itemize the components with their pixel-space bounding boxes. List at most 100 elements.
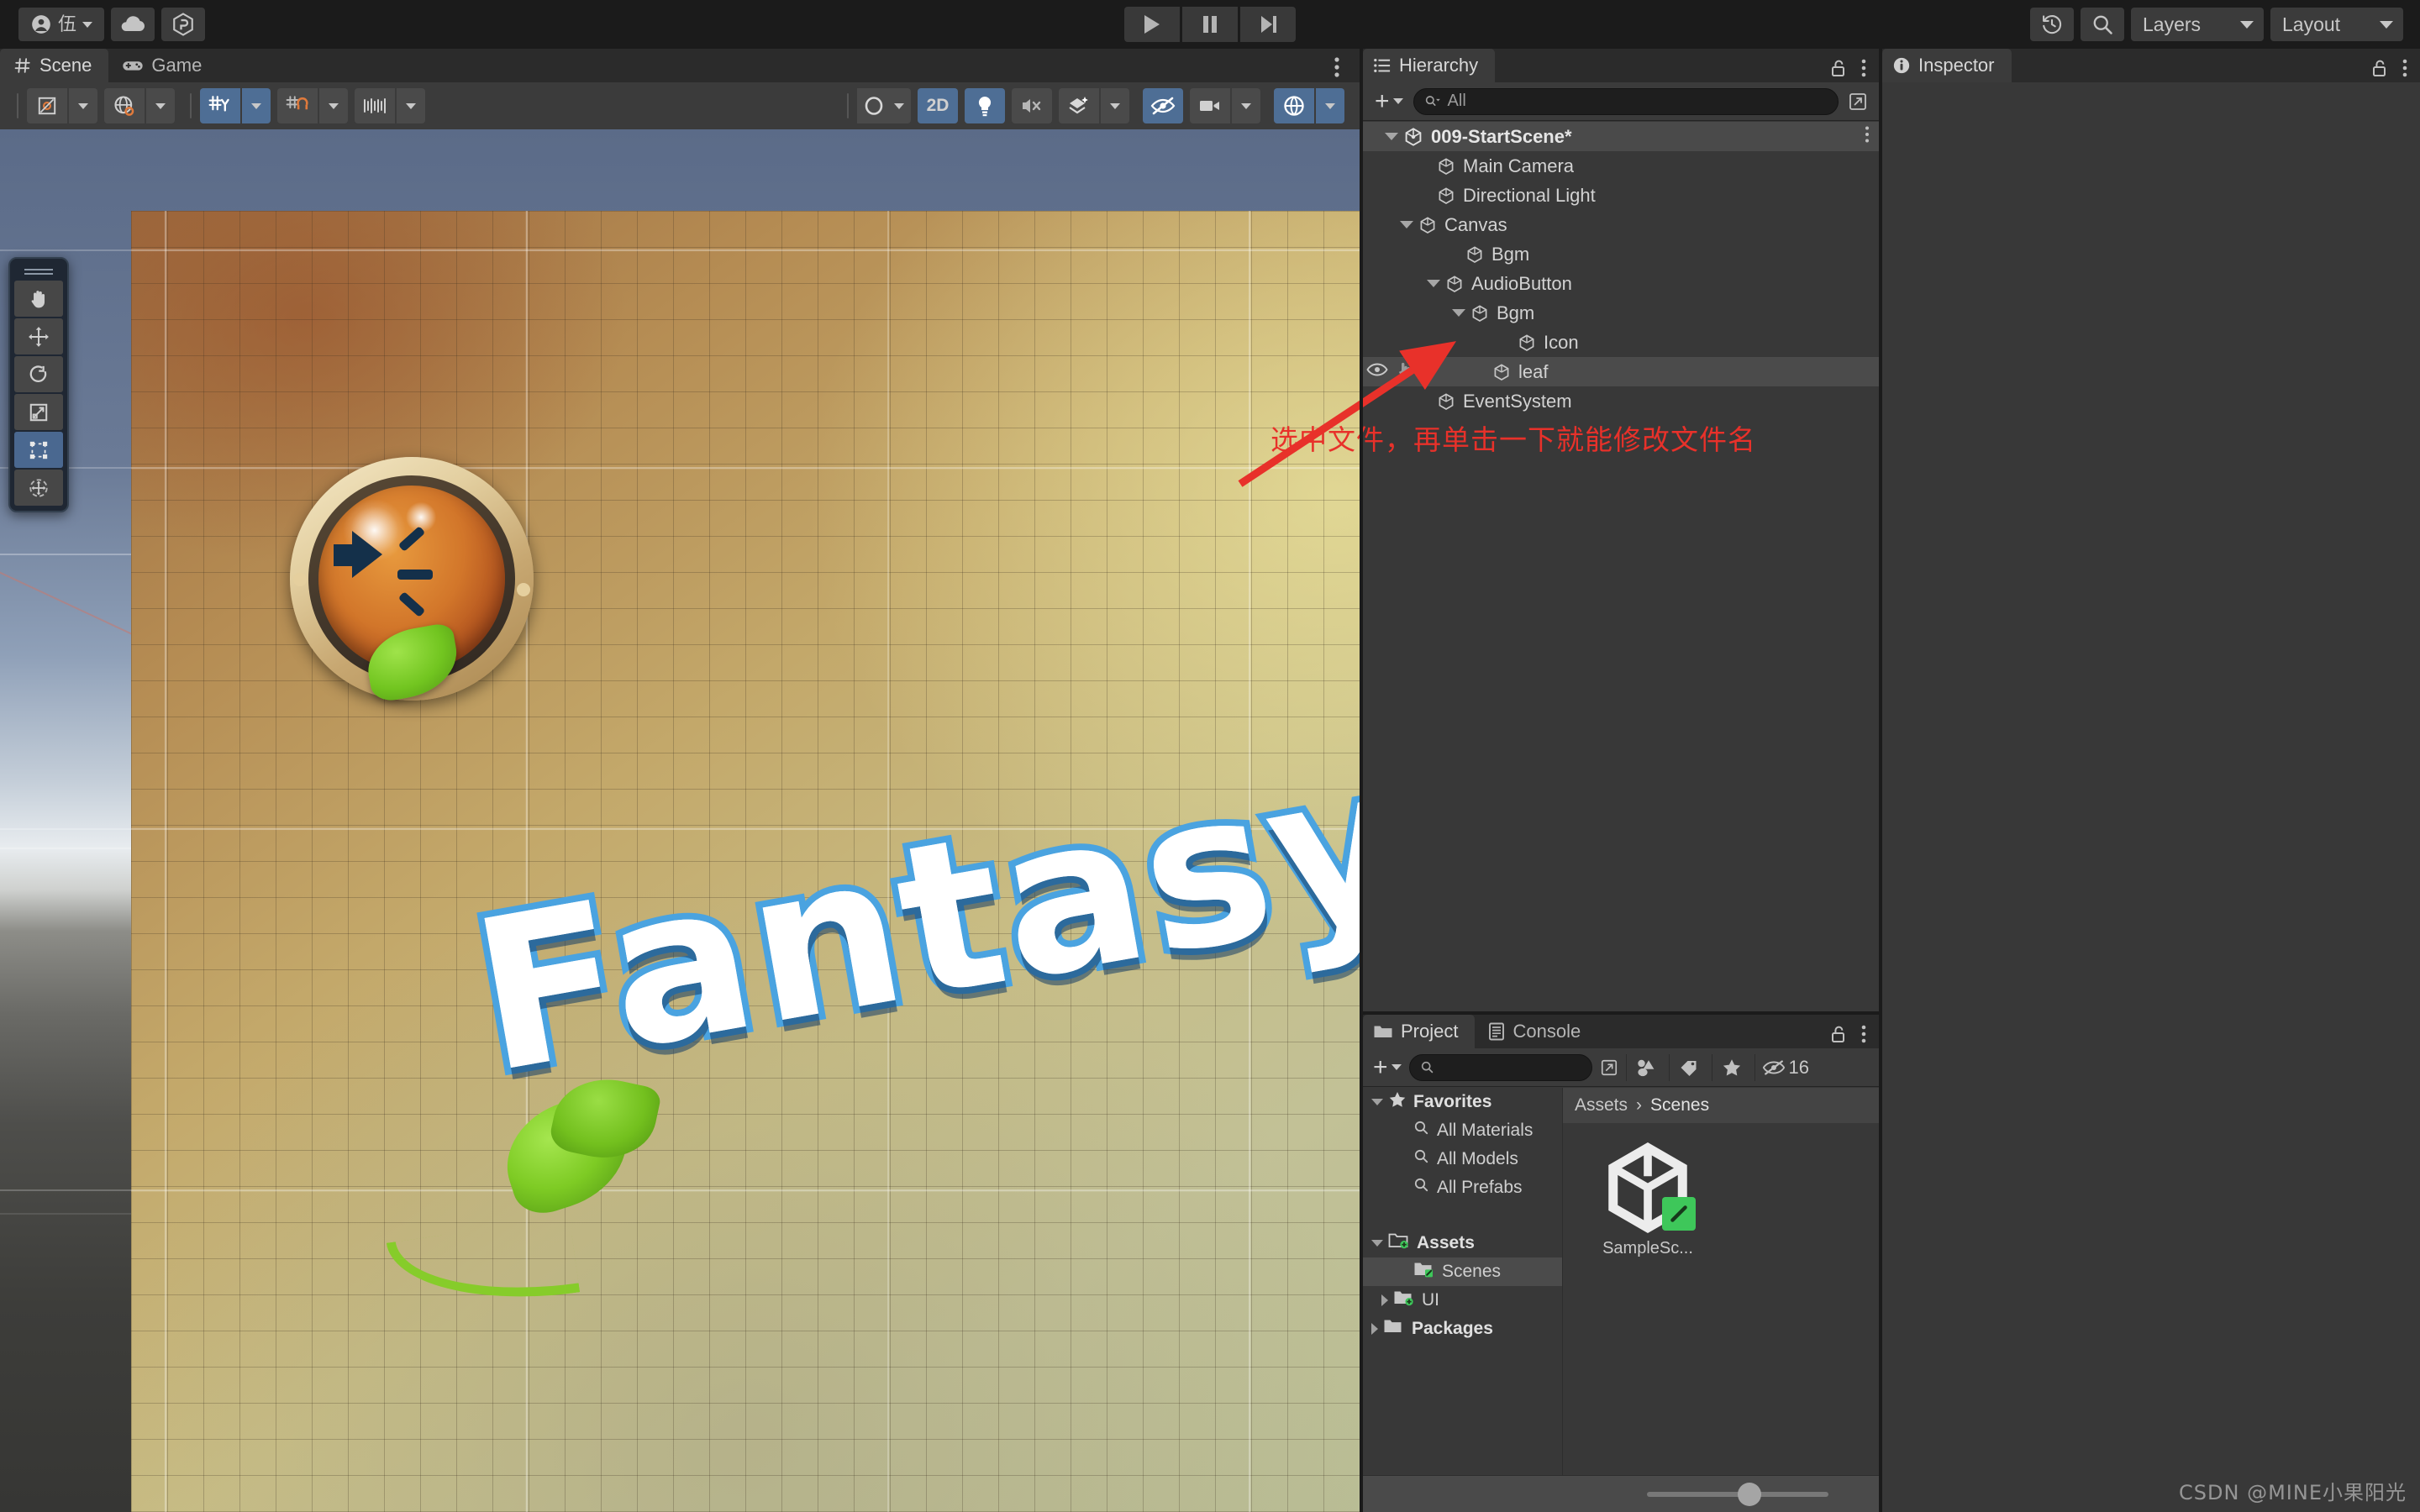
gizmos-dropdown[interactable] (1316, 88, 1344, 123)
project-tree-assets[interactable]: Assets (1363, 1229, 1562, 1257)
asset-zoom-slider[interactable] (1647, 1482, 1828, 1506)
hierarchy-item-directional-light[interactable]: Directional Light (1363, 181, 1879, 210)
slider-knob[interactable] (1738, 1482, 1761, 1506)
audio-button-art[interactable] (290, 457, 534, 704)
hierarchy-item-canvas[interactable]: Canvas (1363, 210, 1879, 239)
panel-divider-horizontal[interactable] (1363, 1011, 1879, 1015)
filter-favorites-button[interactable] (1711, 1053, 1752, 1081)
filter-by-type-button[interactable] (1625, 1053, 1666, 1081)
project-tree-favorites[interactable]: Favorites (1363, 1088, 1562, 1116)
tab-inspector[interactable]: Inspector (1882, 49, 2012, 82)
palette-drag-handle[interactable] (14, 264, 63, 279)
breadcrumb-scenes[interactable]: Scenes (1650, 1095, 1709, 1116)
account-button[interactable]: 伍 (18, 8, 105, 41)
hand-tool-button[interactable] (14, 281, 63, 317)
grid-axis-dropdown[interactable] (242, 88, 271, 123)
move-tool-button[interactable] (14, 318, 63, 354)
project-lock-button[interactable] (1830, 1024, 1847, 1048)
chevron-down-icon[interactable] (1427, 280, 1440, 287)
pause-button[interactable] (1182, 7, 1238, 42)
handle-space-button[interactable] (104, 88, 145, 123)
scene-viewport[interactable]: Fantasy G Fantasy G (0, 129, 1360, 1512)
scene-visibility-button[interactable] (1143, 88, 1183, 123)
grid-snap-dropdown[interactable] (319, 88, 348, 123)
snap-increment-dropdown[interactable] (397, 88, 425, 123)
inspector-lock-button[interactable] (2371, 58, 2388, 82)
scene-kebab-menu[interactable] (1333, 55, 1341, 83)
effects-button[interactable] (1059, 88, 1099, 123)
chevron-right-icon[interactable] (1371, 1323, 1378, 1335)
pivot-mode-button[interactable] (27, 88, 67, 123)
2d-toggle-button[interactable]: 2D (918, 88, 958, 123)
scene-camera-button[interactable] (1190, 88, 1230, 123)
project-expand-button[interactable] (1595, 1054, 1623, 1081)
project-tree-scenes[interactable]: Scenes (1363, 1257, 1562, 1286)
effects-dropdown[interactable] (1101, 88, 1129, 123)
grid-snap-button[interactable] (277, 88, 318, 123)
step-button[interactable] (1240, 7, 1296, 42)
pickability-hand-button[interactable] (1395, 360, 1415, 384)
panel-divider-vertical[interactable] (1879, 49, 1882, 1512)
scene-lighting-button[interactable] (965, 88, 1005, 123)
inspector-kebab-menu[interactable] (2402, 58, 2408, 82)
project-kebab-menu[interactable] (1860, 1024, 1867, 1048)
asset-item-samplescene[interactable]: SampleSc... (1585, 1142, 1711, 1258)
chevron-down-icon[interactable] (1400, 221, 1413, 228)
hierarchy-item-audiobutton[interactable]: AudioButton (1363, 269, 1879, 298)
unity-services-button[interactable] (161, 8, 206, 41)
hidden-assets-counter[interactable]: 16 (1754, 1053, 1816, 1081)
hierarchy-item-icon[interactable]: Icon (1363, 328, 1879, 357)
pivot-mode-dropdown[interactable] (69, 88, 97, 123)
hierarchy-expand-button[interactable] (1844, 88, 1872, 115)
undo-history-button[interactable] (2030, 8, 2074, 41)
gizmos-button[interactable] (1274, 88, 1314, 123)
chevron-down-icon[interactable] (1371, 1240, 1383, 1247)
project-tree-packages[interactable]: Packages (1363, 1315, 1562, 1343)
cloud-button[interactable] (111, 8, 155, 41)
rotate-tool-button[interactable] (14, 356, 63, 392)
breadcrumb-assets[interactable]: Assets (1575, 1095, 1628, 1116)
hierarchy-kebab-menu[interactable] (1860, 58, 1867, 82)
scene-camera-dropdown[interactable] (1232, 88, 1260, 123)
hierarchy-item-bgm-child[interactable]: Bgm (1363, 298, 1879, 328)
scene-kebab-menu[interactable] (1864, 125, 1870, 149)
chevron-down-icon[interactable] (1452, 309, 1465, 317)
tab-console[interactable]: Console (1475, 1015, 1597, 1048)
visibility-eye-button[interactable] (1366, 361, 1388, 383)
hierarchy-add-button[interactable]: + (1370, 87, 1408, 116)
project-tree-all-prefabs[interactable]: All Prefabs (1363, 1173, 1562, 1202)
layout-dropdown[interactable]: Layout (2270, 8, 2403, 41)
filter-by-label-button[interactable] (1668, 1053, 1709, 1081)
project-add-button[interactable]: + (1368, 1053, 1407, 1082)
hierarchy-lock-button[interactable] (1830, 58, 1847, 82)
snap-increment-button[interactable] (355, 88, 395, 123)
scene-audio-button[interactable] (1012, 88, 1052, 123)
search-button[interactable] (2081, 8, 2124, 41)
hierarchy-item-eventsystem[interactable]: EventSystem (1363, 386, 1879, 416)
handle-space-dropdown[interactable] (146, 88, 175, 123)
tab-scene[interactable]: Scene (0, 49, 109, 82)
tab-hierarchy[interactable]: Hierarchy (1363, 49, 1496, 82)
tab-project[interactable]: Project (1363, 1015, 1476, 1048)
chevron-right-icon[interactable] (1381, 1294, 1388, 1306)
project-tree-ui[interactable]: UI (1363, 1286, 1562, 1315)
chevron-down-icon[interactable] (1371, 1099, 1383, 1105)
project-tree-all-materials[interactable]: All Materials (1363, 1116, 1562, 1145)
grid-axis-button[interactable] (200, 88, 240, 123)
project-search-input[interactable] (1408, 1053, 1592, 1081)
scale-tool-button[interactable] (14, 394, 63, 430)
hierarchy-item-scene-root[interactable]: 009-StartScene* (1363, 122, 1879, 151)
hierarchy-item-bgm[interactable]: Bgm (1363, 239, 1879, 269)
hierarchy-item-leaf[interactable]: leaf (1363, 357, 1879, 386)
hierarchy-item-main-camera[interactable]: Main Camera (1363, 151, 1879, 181)
chevron-down-icon[interactable] (1385, 133, 1398, 140)
layers-dropdown[interactable]: Layers (2131, 8, 2264, 41)
transform-tool-button[interactable] (14, 470, 63, 506)
rect-tool-button[interactable] (14, 432, 63, 468)
tab-game[interactable]: Game (108, 49, 218, 82)
shading-mode-button[interactable] (857, 88, 911, 123)
project-tree-all-models[interactable]: All Models (1363, 1145, 1562, 1173)
play-button[interactable] (1124, 7, 1180, 42)
panel-divider-vertical[interactable] (1360, 49, 1363, 1512)
hierarchy-search-input[interactable]: All (1413, 87, 1839, 115)
